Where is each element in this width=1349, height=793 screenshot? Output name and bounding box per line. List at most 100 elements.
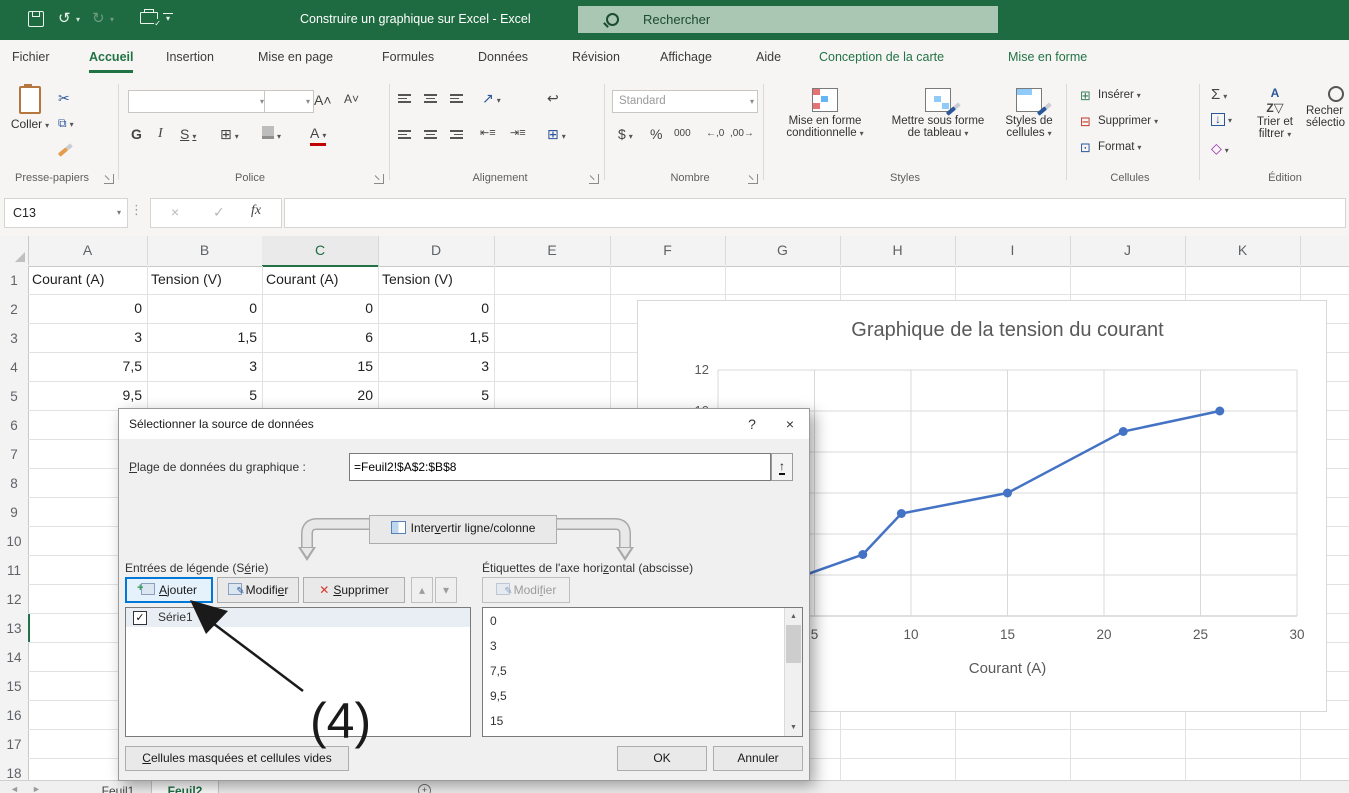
font-dialog-launcher-icon[interactable] bbox=[374, 174, 384, 184]
cell-C5[interactable]: 20 bbox=[266, 387, 373, 407]
row-header-3[interactable]: 3 bbox=[0, 324, 29, 354]
quick-access-customize-icon[interactable]: ▾ bbox=[163, 13, 173, 24]
column-header-I[interactable]: I bbox=[955, 236, 1071, 265]
series-checkbox[interactable]: ✓ bbox=[133, 611, 147, 625]
align-right-icon[interactable] bbox=[450, 128, 463, 139]
column-header-B[interactable]: B bbox=[147, 236, 263, 265]
tab-insertion[interactable]: Insertion bbox=[166, 50, 214, 70]
tab-conception-de-la-carte[interactable]: Conception de la carte bbox=[819, 50, 944, 70]
cell-A1[interactable]: Courant (A) bbox=[32, 271, 142, 291]
cancel-button[interactable]: Annuler bbox=[713, 746, 803, 771]
alignment-dialog-launcher-icon[interactable] bbox=[589, 174, 599, 184]
search-box[interactable]: Rechercher bbox=[578, 6, 998, 33]
decrease-font-size-icon[interactable]: A˅ bbox=[344, 92, 359, 106]
increase-indent-icon[interactable]: ⇥≡ bbox=[510, 126, 526, 139]
cell-B1[interactable]: Tension (V) bbox=[151, 271, 257, 291]
cell-B5[interactable]: 5 bbox=[151, 387, 257, 407]
cell-A3[interactable]: 3 bbox=[32, 329, 142, 349]
cell-A5[interactable]: 9,5 bbox=[32, 387, 142, 407]
sort-filter-button[interactable]: AZ▽ Trier et filtrer bbox=[1246, 86, 1304, 140]
borders-icon[interactable]: ⊞ bbox=[220, 126, 239, 143]
column-header-F[interactable]: F bbox=[610, 236, 726, 265]
row-header-16[interactable]: 16 bbox=[0, 701, 29, 731]
sheet-tab-feuil2[interactable]: Feuil2 bbox=[152, 781, 219, 793]
insert-cells-button[interactable]: Insérer bbox=[1098, 89, 1141, 101]
scroll-down-icon[interactable]: ▼ bbox=[785, 719, 802, 736]
align-left-icon[interactable] bbox=[398, 128, 411, 139]
font-size-combo[interactable]: ▾ bbox=[264, 90, 314, 113]
align-center-icon[interactable] bbox=[424, 128, 437, 139]
tab-mise-en-page[interactable]: Mise en page bbox=[258, 50, 333, 70]
fill-icon[interactable]: ↓ bbox=[1211, 112, 1232, 126]
delete-cells-button[interactable]: Supprimer bbox=[1098, 115, 1158, 127]
axis-list-item[interactable]: 7,5 bbox=[490, 664, 507, 684]
decrease-decimal-icon[interactable]: ,00→ bbox=[730, 128, 754, 139]
cut-icon[interactable]: ✂ bbox=[58, 90, 70, 107]
format-painter-icon[interactable] bbox=[58, 147, 68, 156]
clipboard-dialog-launcher-icon[interactable] bbox=[104, 174, 114, 184]
ok-button[interactable]: OK bbox=[617, 746, 707, 771]
orientation-icon[interactable]: ↗ bbox=[482, 90, 501, 107]
series-list-item[interactable]: ✓Série1 bbox=[126, 608, 470, 627]
new-sheet-icon[interactable]: + bbox=[418, 784, 431, 793]
cell-D4[interactable]: 3 bbox=[382, 358, 489, 378]
row-header-4[interactable]: 4 bbox=[0, 353, 29, 383]
row-header-8[interactable]: 8 bbox=[0, 469, 29, 499]
cell-D3[interactable]: 1,5 bbox=[382, 329, 489, 349]
save-icon[interactable] bbox=[28, 11, 44, 27]
axis-list-item[interactable]: 3 bbox=[490, 639, 497, 659]
undo-icon[interactable]: ↺ bbox=[58, 9, 71, 29]
decrease-indent-icon[interactable]: ⇤≡ bbox=[480, 126, 496, 139]
cell-D5[interactable]: 5 bbox=[382, 387, 489, 407]
column-header-E[interactable]: E bbox=[494, 236, 611, 265]
cell-C3[interactable]: 6 bbox=[266, 329, 373, 349]
number-dialog-launcher-icon[interactable] bbox=[748, 174, 758, 184]
edit-series-button[interactable]: Modifier bbox=[217, 577, 299, 603]
row-header-7[interactable]: 7 bbox=[0, 440, 29, 470]
underline-button[interactable]: S bbox=[180, 126, 196, 142]
number-format-combo[interactable]: Standard▾ bbox=[612, 90, 758, 113]
column-header-J[interactable]: J bbox=[1070, 236, 1186, 265]
cell-D2[interactable]: 0 bbox=[382, 300, 489, 320]
conditional-formatting-button[interactable]: Mise en forme conditionnelle bbox=[772, 88, 878, 139]
row-header-10[interactable]: 10 bbox=[0, 527, 29, 557]
chart-data-range-input[interactable] bbox=[349, 453, 771, 481]
tab-aide[interactable]: Aide bbox=[756, 50, 781, 70]
axis-labels-list[interactable]: ▲ ▼ 037,59,515 bbox=[482, 607, 803, 737]
column-header-A[interactable]: A bbox=[28, 236, 148, 265]
row-header-14[interactable]: 14 bbox=[0, 643, 29, 673]
row-header-13[interactable]: 13 bbox=[0, 614, 29, 644]
cell-B2[interactable]: 0 bbox=[151, 300, 257, 320]
tab-révision[interactable]: Révision bbox=[572, 50, 620, 70]
align-bottom-icon[interactable] bbox=[450, 92, 463, 103]
name-box-dropdown-icon[interactable]: ▾ bbox=[117, 199, 121, 227]
dialog-close-icon[interactable]: × bbox=[773, 409, 807, 439]
cell-B3[interactable]: 1,5 bbox=[151, 329, 257, 349]
legend-entries-list[interactable]: ✓Série1 bbox=[125, 607, 471, 737]
axis-list-scrollbar[interactable]: ▲ ▼ bbox=[784, 608, 802, 736]
axis-list-item[interactable]: 15 bbox=[490, 714, 503, 734]
italic-button[interactable]: I bbox=[158, 126, 163, 142]
font-color-icon[interactable]: A bbox=[310, 126, 326, 146]
autosum-button[interactable]: Σ bbox=[1211, 86, 1227, 103]
row-header-11[interactable]: 11 bbox=[0, 556, 29, 586]
row-header-18[interactable]: 18 bbox=[0, 759, 29, 780]
row-header-17[interactable]: 17 bbox=[0, 730, 29, 760]
insert-function-icon[interactable]: fx bbox=[251, 203, 261, 219]
cell-C1[interactable]: Courant (A) bbox=[266, 271, 373, 291]
undo-dropdown-icon[interactable]: ▾ bbox=[76, 15, 80, 24]
increase-font-size-icon[interactable]: A˄ bbox=[314, 92, 332, 108]
next-sheet-icon[interactable]: ► bbox=[32, 784, 41, 793]
format-cells-button[interactable]: Format bbox=[1098, 141, 1141, 153]
tab-accueil[interactable]: Accueil bbox=[89, 50, 133, 73]
scroll-up-icon[interactable]: ▲ bbox=[785, 608, 802, 625]
format-as-table-button[interactable]: Mettre sous forme de tableau bbox=[882, 88, 994, 139]
row-header-9[interactable]: 9 bbox=[0, 498, 29, 528]
column-header-D[interactable]: D bbox=[378, 236, 495, 265]
prev-sheet-icon[interactable]: ◄ bbox=[10, 784, 19, 793]
add-series-button[interactable]: Ajouter bbox=[125, 577, 213, 603]
select-all-button[interactable] bbox=[0, 236, 29, 265]
tab-fichier[interactable]: Fichier bbox=[12, 50, 50, 70]
row-header-12[interactable]: 12 bbox=[0, 585, 29, 615]
tab-données[interactable]: Données bbox=[478, 50, 528, 70]
